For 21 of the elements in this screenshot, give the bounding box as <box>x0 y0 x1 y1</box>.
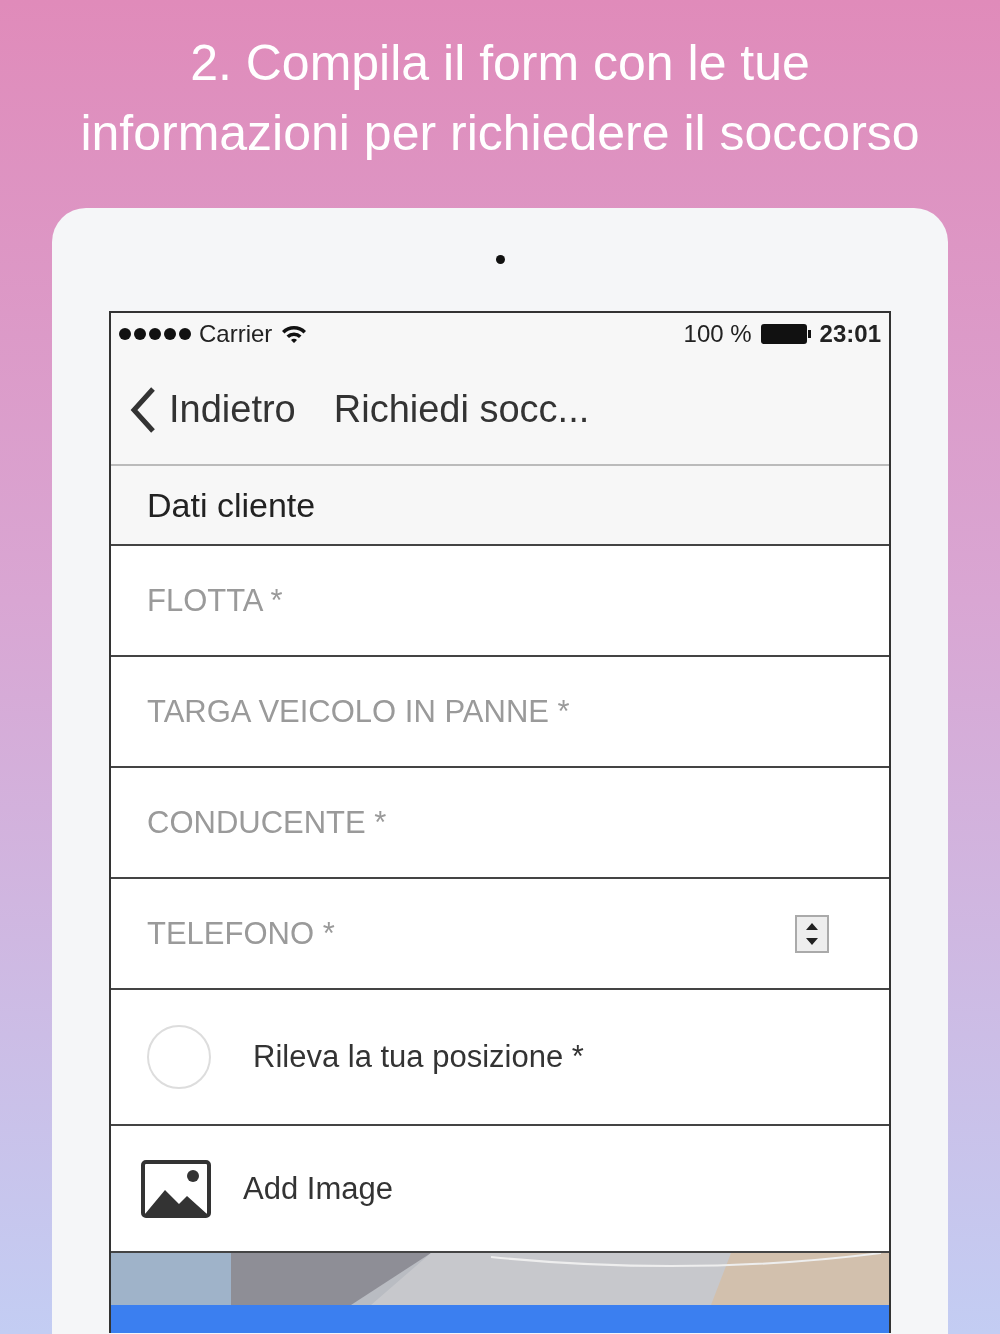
camera-dot <box>495 255 505 264</box>
caption-line: 2. Compila il form con le tue <box>190 34 810 93</box>
input-field[interactable]: TELEFONO * <box>111 879 889 990</box>
wifi-icon <box>280 323 309 345</box>
battery-percent: 100 % <box>683 320 752 348</box>
carrier-label: Carrier <box>199 320 273 348</box>
caption-line: informazioni per richiedere il soccorso <box>80 104 920 163</box>
battery-icon <box>759 323 812 345</box>
page-title: Richiedi socc... <box>333 388 590 431</box>
input-field[interactable]: CONDUCENTE * <box>111 768 889 879</box>
location-label: Rileva la tua posizione * <box>253 1039 584 1075</box>
spinner-icon[interactable] <box>795 915 829 953</box>
image-icon <box>141 1159 211 1218</box>
add-image-label: Add Image <box>243 1170 393 1207</box>
input-field[interactable]: TARGA VEICOLO IN PANNE * <box>111 657 889 768</box>
chevron-left-icon <box>129 385 157 434</box>
add-image-row[interactable]: Add Image <box>111 1126 889 1253</box>
back-button[interactable]: Indietro <box>129 385 296 434</box>
clock-time: 23:01 <box>819 320 881 348</box>
signal-icon <box>119 328 191 340</box>
input-field[interactable]: FLOTTA * <box>111 546 889 657</box>
